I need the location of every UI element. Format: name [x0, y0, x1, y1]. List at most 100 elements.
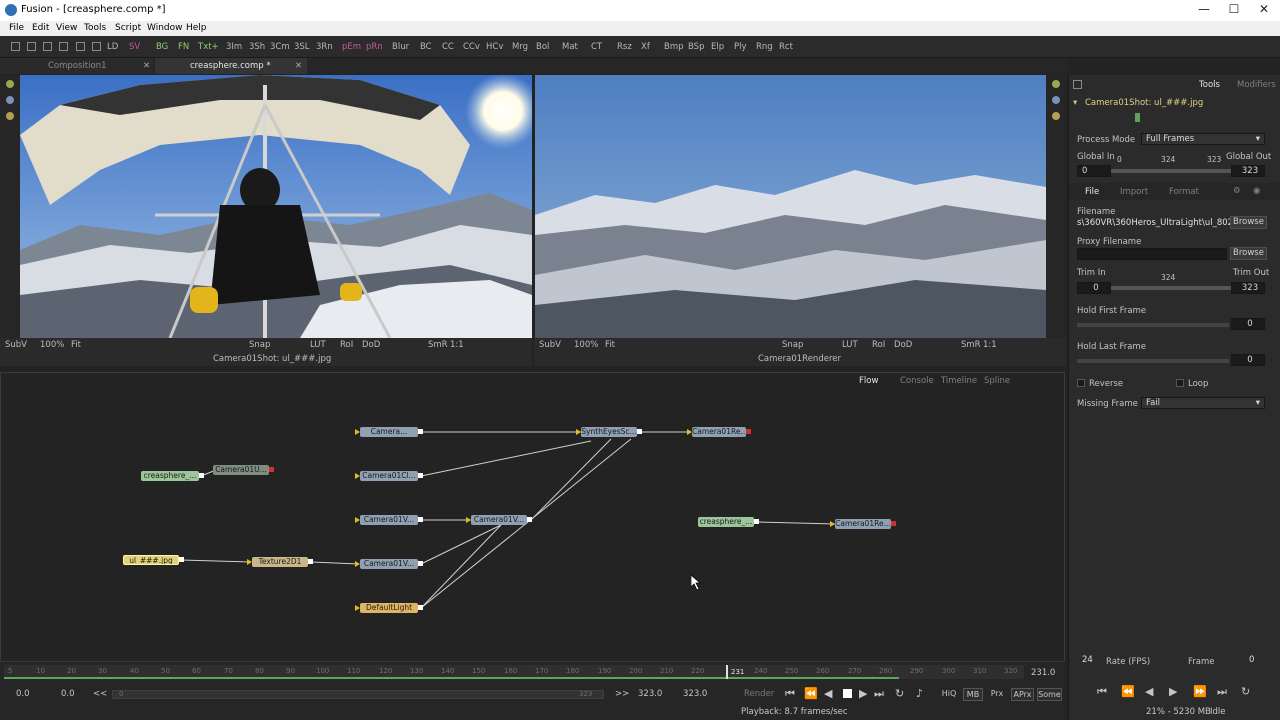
loop-icon[interactable]: ↻	[1241, 685, 1250, 698]
viewer-view-icon[interactable]	[1052, 112, 1060, 120]
viewer-view-icon[interactable]	[6, 80, 14, 88]
minimize-button[interactable]: —	[1188, 2, 1220, 18]
step-back-icon[interactable]: ⏪	[1121, 685, 1135, 698]
render-end-field[interactable]: 323.0	[638, 689, 662, 699]
tab-creasphere[interactable]: creasphere.comp * ✕	[155, 58, 307, 74]
proxy-browse-button[interactable]: Browse	[1230, 247, 1267, 260]
tab-modifiers[interactable]: Modifiers	[1237, 80, 1276, 90]
tool-bol[interactable]: Bol	[536, 42, 549, 52]
fps-value[interactable]: 24	[1082, 655, 1093, 665]
snap-button[interactable]: Snap	[249, 340, 270, 350]
subtab-file[interactable]: File	[1085, 187, 1099, 197]
flow-node[interactable]: Camera01Re...	[835, 519, 891, 529]
audio-icon[interactable]: ♪	[916, 687, 923, 700]
maximize-button[interactable]: ☐	[1218, 2, 1250, 18]
node-output-port[interactable]	[269, 467, 274, 472]
loop-checkbox[interactable]	[1176, 379, 1184, 387]
viewer-view-icon[interactable]	[1052, 80, 1060, 88]
zoom-dropdown[interactable]: 100%	[574, 340, 598, 350]
node-output-port[interactable]	[418, 517, 423, 522]
flow-node[interactable]: Camera01Cl...	[360, 471, 418, 481]
tool-prn[interactable]: pRn	[366, 42, 383, 52]
tool-blur[interactable]: Blur	[392, 42, 409, 52]
stop-icon[interactable]	[843, 689, 852, 698]
prx-toggle[interactable]: Prx	[987, 688, 1007, 701]
play-icon[interactable]: ▶	[859, 687, 867, 700]
close-tab-icon[interactable]: ✕	[143, 61, 150, 71]
flow-node[interactable]: SynthEyesSc...	[581, 427, 637, 437]
node-output-port[interactable]	[199, 473, 204, 478]
node-output-port[interactable]	[179, 557, 184, 562]
tab-composition1[interactable]: Composition1 ✕	[0, 58, 153, 74]
tool-fn[interactable]: FN	[178, 42, 189, 52]
tool-ply[interactable]: Ply	[734, 42, 747, 52]
flow-node[interactable]: Camera...	[360, 427, 418, 437]
one-to-one-button[interactable]: 1:1	[983, 340, 997, 350]
flow-node[interactable]: Camera01V...	[360, 515, 418, 525]
close-button[interactable]: ✕	[1248, 2, 1280, 18]
viewer-view-icon[interactable]	[6, 112, 14, 120]
node-output-port[interactable]	[418, 473, 423, 478]
go-to-end-icon[interactable]: ⏭	[874, 687, 884, 701]
tool-pem[interactable]: pEm	[342, 42, 361, 52]
flow-panel[interactable]: Flow Console Timeline Spline Camera... C…	[0, 372, 1065, 662]
hold-first-slider[interactable]	[1077, 323, 1229, 327]
dod-button[interactable]: DoD	[362, 340, 380, 350]
tool-bc[interactable]: BC	[420, 42, 432, 52]
global-in-field[interactable]: 0	[1077, 165, 1111, 177]
panel-menu-icon[interactable]	[1073, 80, 1082, 89]
smr-button[interactable]: SmR	[428, 340, 448, 350]
tool-bmp[interactable]: Bmp	[664, 42, 684, 52]
flow-node[interactable]: creasphere_...	[698, 517, 754, 527]
smr-button[interactable]: SmR	[961, 340, 981, 350]
tool-mrg[interactable]: Mrg	[512, 42, 528, 52]
trim-range-slider[interactable]	[1111, 286, 1231, 290]
flow-node[interactable]: creasphere_...	[141, 471, 199, 481]
flow-node[interactable]: Camera01U...	[213, 465, 269, 475]
tool-ct[interactable]: CT	[591, 42, 602, 52]
subview-button[interactable]: SubV	[539, 340, 561, 350]
tool-rct[interactable]: Rct	[779, 42, 793, 52]
time-ruler[interactable]: 5 10 20 30 40 50 60 70 80 90 100 110 120…	[4, 665, 1024, 679]
range-back-button[interactable]: <<	[93, 689, 107, 699]
go-to-start-icon[interactable]: ⏮	[785, 687, 795, 701]
node-output-port[interactable]	[418, 429, 423, 434]
layout-icon[interactable]	[59, 42, 68, 51]
menu-edit[interactable]: Edit	[32, 23, 49, 33]
tool-3cm[interactable]: 3Cm	[270, 42, 290, 52]
node-output-port[interactable]	[418, 605, 423, 610]
flow-node[interactable]: ul_###.jpg	[123, 555, 179, 565]
tool-color-icon[interactable]	[1135, 113, 1140, 122]
play-reverse-icon[interactable]: ◀	[824, 687, 832, 700]
tool-elp[interactable]: Elp	[711, 42, 724, 52]
viewer-view-icon[interactable]	[6, 96, 14, 104]
flow-node[interactable]: Texture2D1	[252, 557, 308, 567]
menu-window[interactable]: Window	[147, 23, 183, 33]
menu-view[interactable]: View	[56, 23, 77, 33]
mb-toggle[interactable]: MB	[963, 688, 983, 701]
frame-value[interactable]: 0	[1249, 655, 1254, 665]
tool-ld[interactable]: LD	[107, 42, 118, 52]
tool-txt[interactable]: Txt+	[198, 42, 219, 52]
menu-script[interactable]: Script	[115, 23, 141, 33]
go-to-end-icon[interactable]: ⏭	[1217, 685, 1227, 699]
flow-node[interactable]: Camera01V...	[360, 559, 418, 569]
tool-mat[interactable]: Mat	[562, 42, 578, 52]
tool-cc[interactable]: CC	[442, 42, 454, 52]
tool-ccv[interactable]: CCv	[463, 42, 480, 52]
fit-button[interactable]: Fit	[605, 340, 615, 350]
node-output-port[interactable]	[754, 519, 759, 524]
hold-last-slider[interactable]	[1077, 359, 1229, 363]
tool-bg[interactable]: BG	[156, 42, 168, 52]
layout-icon[interactable]	[92, 42, 101, 51]
snap-button[interactable]: Snap	[782, 340, 803, 350]
subtab-import[interactable]: Import	[1120, 187, 1148, 197]
current-time-field[interactable]: 231.0	[1031, 668, 1055, 678]
dod-button[interactable]: DoD	[894, 340, 912, 350]
flow-node[interactable]: DefaultLight	[360, 603, 418, 613]
viewer-right-image[interactable]	[535, 75, 1046, 338]
menu-file[interactable]: File	[9, 23, 24, 33]
lut-button[interactable]: LUT	[842, 340, 858, 350]
step-forward-icon[interactable]: ⏩	[1193, 685, 1207, 698]
save-icon[interactable]	[76, 42, 85, 51]
